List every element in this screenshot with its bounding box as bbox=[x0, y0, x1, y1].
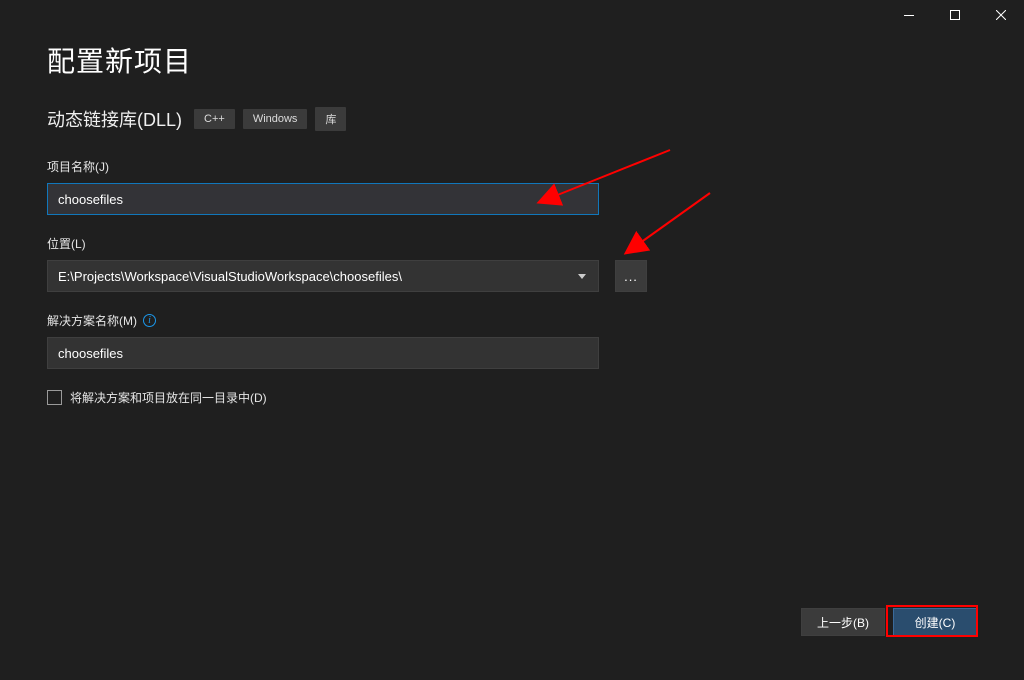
template-name: 动态链接库(DLL) bbox=[47, 106, 182, 132]
back-label: 上一步(B) bbox=[817, 614, 869, 631]
same-dir-checkbox[interactable] bbox=[47, 390, 62, 405]
maximize-button[interactable] bbox=[932, 0, 978, 30]
close-button[interactable] bbox=[978, 0, 1024, 30]
browse-button[interactable]: ... bbox=[615, 260, 647, 292]
minimize-icon bbox=[904, 15, 914, 16]
location-combo[interactable]: E:\Projects\Workspace\VisualStudioWorksp… bbox=[47, 260, 599, 292]
info-icon[interactable]: i bbox=[143, 314, 156, 327]
minimize-button[interactable] bbox=[886, 0, 932, 30]
same-dir-row[interactable]: 将解决方案和项目放在同一目录中(D) bbox=[47, 389, 977, 406]
same-dir-label: 将解决方案和项目放在同一目录中(D) bbox=[70, 389, 267, 406]
create-label: 创建(C) bbox=[915, 614, 956, 631]
project-name-input[interactable] bbox=[47, 183, 599, 215]
solution-name-input[interactable] bbox=[47, 337, 599, 369]
titlebar bbox=[886, 0, 1024, 30]
project-name-label: 项目名称(J) bbox=[47, 158, 977, 175]
template-row: 动态链接库(DLL) C++ Windows 库 bbox=[47, 106, 977, 132]
chevron-down-icon bbox=[578, 274, 586, 279]
page-title: 配置新项目 bbox=[47, 40, 977, 80]
maximize-icon bbox=[950, 10, 960, 20]
location-label: 位置(L) bbox=[47, 235, 977, 252]
location-value: E:\Projects\Workspace\VisualStudioWorksp… bbox=[58, 269, 402, 284]
close-icon bbox=[996, 10, 1006, 20]
create-button[interactable]: 创建(C) bbox=[893, 608, 977, 636]
solution-name-label: 解决方案名称(M) bbox=[47, 312, 137, 329]
solution-name-field: 解决方案名称(M) i bbox=[47, 312, 977, 369]
project-name-field: 项目名称(J) bbox=[47, 158, 977, 215]
footer-buttons: 上一步(B) 创建(C) bbox=[801, 608, 977, 636]
back-button[interactable]: 上一步(B) bbox=[801, 608, 885, 636]
location-field: 位置(L) E:\Projects\Workspace\VisualStudio… bbox=[47, 235, 977, 292]
tag: C++ bbox=[194, 109, 235, 129]
tag: 库 bbox=[315, 107, 346, 131]
browse-label: ... bbox=[624, 269, 638, 284]
tag: Windows bbox=[243, 109, 308, 129]
